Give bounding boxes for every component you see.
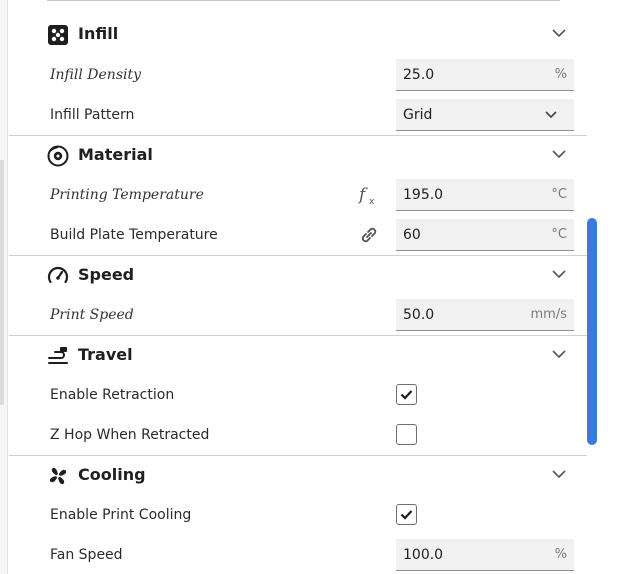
- section-header-material[interactable]: Material: [9, 135, 587, 175]
- top-divider: [47, 0, 560, 1]
- scrollbar-thumb[interactable]: [587, 218, 597, 445]
- chevron-down-icon: [545, 111, 557, 119]
- enable-retraction-checkbox[interactable]: [396, 384, 417, 405]
- setting-label: Z Hop When Retracted: [50, 427, 210, 443]
- section-divider: [9, 255, 587, 256]
- setting-label: Infill Density: [50, 67, 142, 83]
- field-value: 195.0: [403, 187, 444, 203]
- field-value: 50.0: [403, 307, 435, 323]
- checkmark-icon: [400, 510, 413, 520]
- section-title-travel: Travel: [78, 345, 133, 364]
- setting-row-enable-print-cooling: Enable Print Cooling: [9, 495, 587, 535]
- section-divider: [9, 335, 587, 336]
- infill-icon: [48, 25, 68, 45]
- section-header-travel[interactable]: Travel: [9, 335, 587, 375]
- field-unit: °C: [551, 227, 567, 242]
- field-value: 60: [403, 227, 421, 243]
- section-header-cooling[interactable]: Cooling: [9, 455, 587, 495]
- link-icon[interactable]: [357, 223, 381, 247]
- chevron-down-icon[interactable]: [552, 149, 566, 159]
- field-unit: °C: [551, 187, 567, 202]
- field-value: 100.0: [403, 547, 444, 563]
- field-unit: mm/s: [530, 307, 567, 322]
- section-divider: [9, 455, 587, 456]
- setting-label: Enable Print Cooling: [50, 507, 192, 523]
- field-unit: %: [554, 547, 567, 562]
- material-spool-icon: [47, 145, 69, 167]
- section-title-infill: Infill: [78, 24, 119, 43]
- infill-pattern-select[interactable]: Grid: [396, 99, 574, 131]
- speedometer-icon: [47, 266, 69, 284]
- section-title-cooling: Cooling: [78, 465, 146, 484]
- fan-icon: [49, 467, 67, 485]
- section-header-speed[interactable]: Speed: [9, 255, 587, 295]
- travel-icon: [48, 347, 68, 364]
- setting-row-build-plate-temperature: Build Plate Temperature 60 °C: [9, 215, 587, 255]
- setting-label: Fan Speed: [50, 547, 123, 563]
- function-icon[interactable]: f x: [357, 183, 381, 207]
- setting-label: Print Speed: [50, 307, 134, 323]
- section-title-speed: Speed: [78, 265, 135, 284]
- section-divider: [9, 135, 587, 136]
- setting-label: Enable Retraction: [50, 387, 175, 403]
- print-speed-input[interactable]: 50.0 mm/s: [396, 299, 574, 331]
- setting-label: Infill Pattern: [50, 107, 135, 123]
- field-value: 25.0: [403, 67, 435, 83]
- setting-row-fan-speed: Fan Speed 100.0 %: [9, 535, 587, 574]
- viewport-edge: [0, 0, 8, 574]
- setting-row-print-speed: Print Speed 50.0 mm/s: [9, 295, 587, 335]
- print-settings-panel: Infill Infill Density 25.0 % Infill Patt…: [9, 0, 587, 574]
- setting-row-enable-retraction: Enable Retraction: [9, 375, 587, 415]
- select-value: Grid: [403, 107, 433, 123]
- chevron-down-icon[interactable]: [552, 28, 566, 38]
- chevron-down-icon[interactable]: [552, 269, 566, 279]
- setting-label: Build Plate Temperature: [50, 227, 218, 243]
- viewport-edge-mark: [0, 160, 4, 405]
- build-plate-temperature-input[interactable]: 60 °C: [396, 219, 574, 251]
- fan-speed-input[interactable]: 100.0 %: [396, 539, 574, 571]
- printing-temperature-input[interactable]: 195.0 °C: [396, 179, 574, 211]
- setting-row-z-hop: Z Hop When Retracted: [9, 415, 587, 455]
- svg-text:f: f: [357, 185, 368, 205]
- setting-label: Printing Temperature: [50, 187, 204, 203]
- setting-row-printing-temperature: Printing Temperature f x 195.0 °C: [9, 175, 587, 215]
- field-unit: %: [554, 67, 567, 82]
- chevron-down-icon[interactable]: [552, 349, 566, 359]
- enable-print-cooling-checkbox[interactable]: [396, 504, 417, 525]
- checkmark-icon: [400, 390, 413, 400]
- infill-density-input[interactable]: 25.0 %: [396, 59, 574, 91]
- section-header-infill[interactable]: Infill: [9, 14, 587, 54]
- svg-text:x: x: [369, 197, 375, 207]
- setting-row-infill-density: Infill Density 25.0 %: [9, 55, 587, 95]
- z-hop-checkbox[interactable]: [396, 424, 417, 445]
- section-title-material: Material: [78, 145, 153, 164]
- setting-row-infill-pattern: Infill Pattern Grid: [9, 95, 587, 135]
- chevron-down-icon[interactable]: [552, 469, 566, 479]
